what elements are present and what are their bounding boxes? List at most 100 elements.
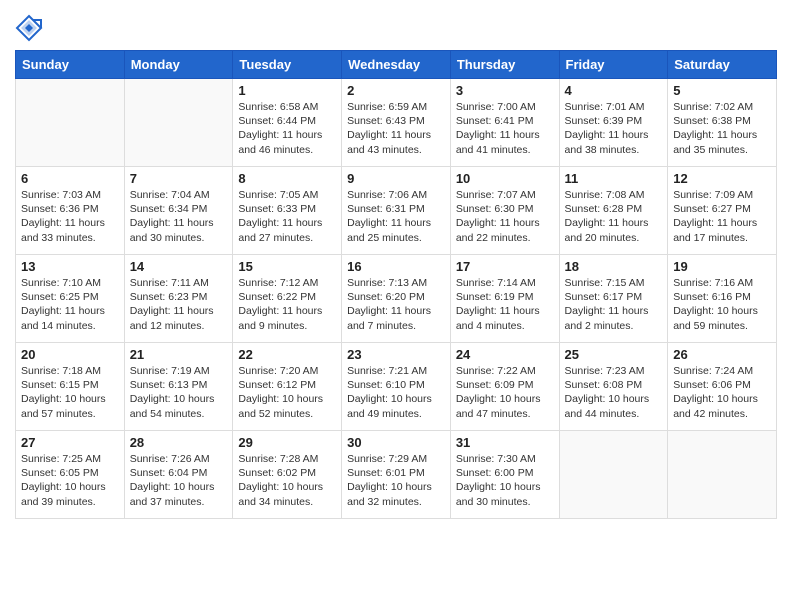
day-info: Sunrise: 7:13 AM Sunset: 6:20 PM Dayligh…: [347, 276, 445, 333]
day-number: 30: [347, 435, 445, 450]
calendar-cell: 18 Sunrise: 7:15 AM Sunset: 6:17 PM Dayli…: [559, 255, 668, 343]
day-info: Sunrise: 7:03 AM Sunset: 6:36 PM Dayligh…: [21, 188, 119, 245]
day-info: Sunrise: 7:10 AM Sunset: 6:25 PM Dayligh…: [21, 276, 119, 333]
day-number: 28: [130, 435, 228, 450]
day-info: Sunrise: 7:19 AM Sunset: 6:13 PM Dayligh…: [130, 364, 228, 421]
weekday-header-sunday: Sunday: [16, 51, 125, 79]
calendar-cell: [16, 79, 125, 167]
page: SundayMondayTuesdayWednesdayThursdayFrid…: [0, 0, 792, 612]
day-number: 4: [565, 83, 663, 98]
calendar-week-row: 20Sunrise: 7:18 AM Sunset: 6:15 PM Dayli…: [16, 343, 777, 431]
calendar-cell: 19 Sunrise: 7:16 AM Sunset: 6:16 PM Dayli…: [668, 255, 777, 343]
weekday-header-friday: Friday: [559, 51, 668, 79]
day-number: 19: [673, 259, 771, 274]
day-info: Sunrise: 7:16 AM Sunset: 6:16 PM Dayligh…: [673, 276, 771, 333]
day-info: Sunrise: 7:30 AM Sunset: 6:00 PM Dayligh…: [456, 452, 554, 509]
day-number: 18: [565, 259, 663, 274]
calendar-cell: 31 Sunrise: 7:30 AM Sunset: 6:00 PM Dayli…: [450, 431, 559, 519]
calendar-cell: 27Sunrise: 7:25 AM Sunset: 6:05 PM Dayli…: [16, 431, 125, 519]
calendar-cell: 11 Sunrise: 7:08 AM Sunset: 6:28 PM Dayli…: [559, 167, 668, 255]
day-number: 21: [130, 347, 228, 362]
logo: [15, 14, 47, 42]
day-number: 10: [456, 171, 554, 186]
weekday-header-row: SundayMondayTuesdayWednesdayThursdayFrid…: [16, 51, 777, 79]
day-number: 7: [130, 171, 228, 186]
day-number: 8: [238, 171, 336, 186]
calendar-cell: 9 Sunrise: 7:06 AM Sunset: 6:31 PM Daylig…: [342, 167, 451, 255]
day-number: 20: [21, 347, 119, 362]
day-info: Sunrise: 7:08 AM Sunset: 6:28 PM Dayligh…: [565, 188, 663, 245]
day-info: Sunrise: 7:28 AM Sunset: 6:02 PM Dayligh…: [238, 452, 336, 509]
day-info: Sunrise: 7:09 AM Sunset: 6:27 PM Dayligh…: [673, 188, 771, 245]
day-number: 14: [130, 259, 228, 274]
day-info: Sunrise: 7:11 AM Sunset: 6:23 PM Dayligh…: [130, 276, 228, 333]
day-info: Sunrise: 7:06 AM Sunset: 6:31 PM Dayligh…: [347, 188, 445, 245]
calendar-cell: 22 Sunrise: 7:20 AM Sunset: 6:12 PM Dayli…: [233, 343, 342, 431]
calendar-cell: 16 Sunrise: 7:13 AM Sunset: 6:20 PM Dayli…: [342, 255, 451, 343]
day-info: Sunrise: 7:02 AM Sunset: 6:38 PM Dayligh…: [673, 100, 771, 157]
calendar-cell: 13 Sunrise: 7:10 AM Sunset: 6:25 PM Dayli…: [16, 255, 125, 343]
calendar-cell: 28 Sunrise: 7:26 AM Sunset: 6:04 PM Dayli…: [124, 431, 233, 519]
day-info: Sunrise: 7:23 AM Sunset: 6:08 PM Dayligh…: [565, 364, 663, 421]
day-info: Sunrise: 6:58 AM Sunset: 6:44 PM Dayligh…: [238, 100, 336, 157]
day-info: Sunrise: 7:05 AM Sunset: 6:33 PM Dayligh…: [238, 188, 336, 245]
calendar-cell: [124, 79, 233, 167]
day-info: Sunrise: 6:59 AM Sunset: 6:43 PM Dayligh…: [347, 100, 445, 157]
calendar-cell: 1 Sunrise: 6:58 AM Sunset: 6:44 PM Daylig…: [233, 79, 342, 167]
day-number: 31: [456, 435, 554, 450]
day-info: Sunrise: 7:20 AM Sunset: 6:12 PM Dayligh…: [238, 364, 336, 421]
day-info: Sunrise: 7:12 AM Sunset: 6:22 PM Dayligh…: [238, 276, 336, 333]
day-number: 16: [347, 259, 445, 274]
day-info: Sunrise: 7:00 AM Sunset: 6:41 PM Dayligh…: [456, 100, 554, 157]
logo-icon: [15, 14, 43, 42]
calendar-cell: 23 Sunrise: 7:21 AM Sunset: 6:10 PM Dayli…: [342, 343, 451, 431]
calendar-week-row: 27Sunrise: 7:25 AM Sunset: 6:05 PM Dayli…: [16, 431, 777, 519]
day-number: 6: [21, 171, 119, 186]
calendar-cell: 24Sunrise: 7:22 AM Sunset: 6:09 PM Dayli…: [450, 343, 559, 431]
day-number: 29: [238, 435, 336, 450]
weekday-header-monday: Monday: [124, 51, 233, 79]
calendar-week-row: 1 Sunrise: 6:58 AM Sunset: 6:44 PM Daylig…: [16, 79, 777, 167]
calendar-cell: 21 Sunrise: 7:19 AM Sunset: 6:13 PM Dayli…: [124, 343, 233, 431]
day-info: Sunrise: 7:07 AM Sunset: 6:30 PM Dayligh…: [456, 188, 554, 245]
calendar-cell: 26 Sunrise: 7:24 AM Sunset: 6:06 PM Dayli…: [668, 343, 777, 431]
calendar-cell: 20Sunrise: 7:18 AM Sunset: 6:15 PM Dayli…: [16, 343, 125, 431]
calendar-cell: 8 Sunrise: 7:05 AM Sunset: 6:33 PM Daylig…: [233, 167, 342, 255]
day-number: 27: [21, 435, 119, 450]
day-info: Sunrise: 7:21 AM Sunset: 6:10 PM Dayligh…: [347, 364, 445, 421]
day-info: Sunrise: 7:26 AM Sunset: 6:04 PM Dayligh…: [130, 452, 228, 509]
day-number: 23: [347, 347, 445, 362]
day-info: Sunrise: 7:15 AM Sunset: 6:17 PM Dayligh…: [565, 276, 663, 333]
calendar-cell: 3 Sunrise: 7:00 AM Sunset: 6:41 PM Daylig…: [450, 79, 559, 167]
day-info: Sunrise: 7:14 AM Sunset: 6:19 PM Dayligh…: [456, 276, 554, 333]
day-info: Sunrise: 7:01 AM Sunset: 6:39 PM Dayligh…: [565, 100, 663, 157]
calendar-cell: 29 Sunrise: 7:28 AM Sunset: 6:02 PM Dayli…: [233, 431, 342, 519]
day-number: 17: [456, 259, 554, 274]
calendar-cell: 6 Sunrise: 7:03 AM Sunset: 6:36 PM Daylig…: [16, 167, 125, 255]
day-number: 13: [21, 259, 119, 274]
header: [15, 10, 777, 42]
day-number: 3: [456, 83, 554, 98]
day-number: 1: [238, 83, 336, 98]
calendar-cell: 30 Sunrise: 7:29 AM Sunset: 6:01 PM Dayli…: [342, 431, 451, 519]
day-number: 15: [238, 259, 336, 274]
day-number: 11: [565, 171, 663, 186]
calendar-cell: 5 Sunrise: 7:02 AM Sunset: 6:38 PM Daylig…: [668, 79, 777, 167]
day-number: 12: [673, 171, 771, 186]
day-number: 22: [238, 347, 336, 362]
calendar-week-row: 13 Sunrise: 7:10 AM Sunset: 6:25 PM Dayli…: [16, 255, 777, 343]
day-number: 5: [673, 83, 771, 98]
calendar-cell: 4 Sunrise: 7:01 AM Sunset: 6:39 PM Daylig…: [559, 79, 668, 167]
day-info: Sunrise: 7:24 AM Sunset: 6:06 PM Dayligh…: [673, 364, 771, 421]
weekday-header-wednesday: Wednesday: [342, 51, 451, 79]
day-number: 26: [673, 347, 771, 362]
calendar-cell: 7Sunrise: 7:04 AM Sunset: 6:34 PM Daylig…: [124, 167, 233, 255]
calendar-cell: 2Sunrise: 6:59 AM Sunset: 6:43 PM Daylig…: [342, 79, 451, 167]
calendar-cell: 17 Sunrise: 7:14 AM Sunset: 6:19 PM Dayli…: [450, 255, 559, 343]
day-number: 9: [347, 171, 445, 186]
day-number: 25: [565, 347, 663, 362]
day-info: Sunrise: 7:29 AM Sunset: 6:01 PM Dayligh…: [347, 452, 445, 509]
day-number: 24: [456, 347, 554, 362]
calendar-cell: 12 Sunrise: 7:09 AM Sunset: 6:27 PM Dayli…: [668, 167, 777, 255]
calendar-cell: [668, 431, 777, 519]
